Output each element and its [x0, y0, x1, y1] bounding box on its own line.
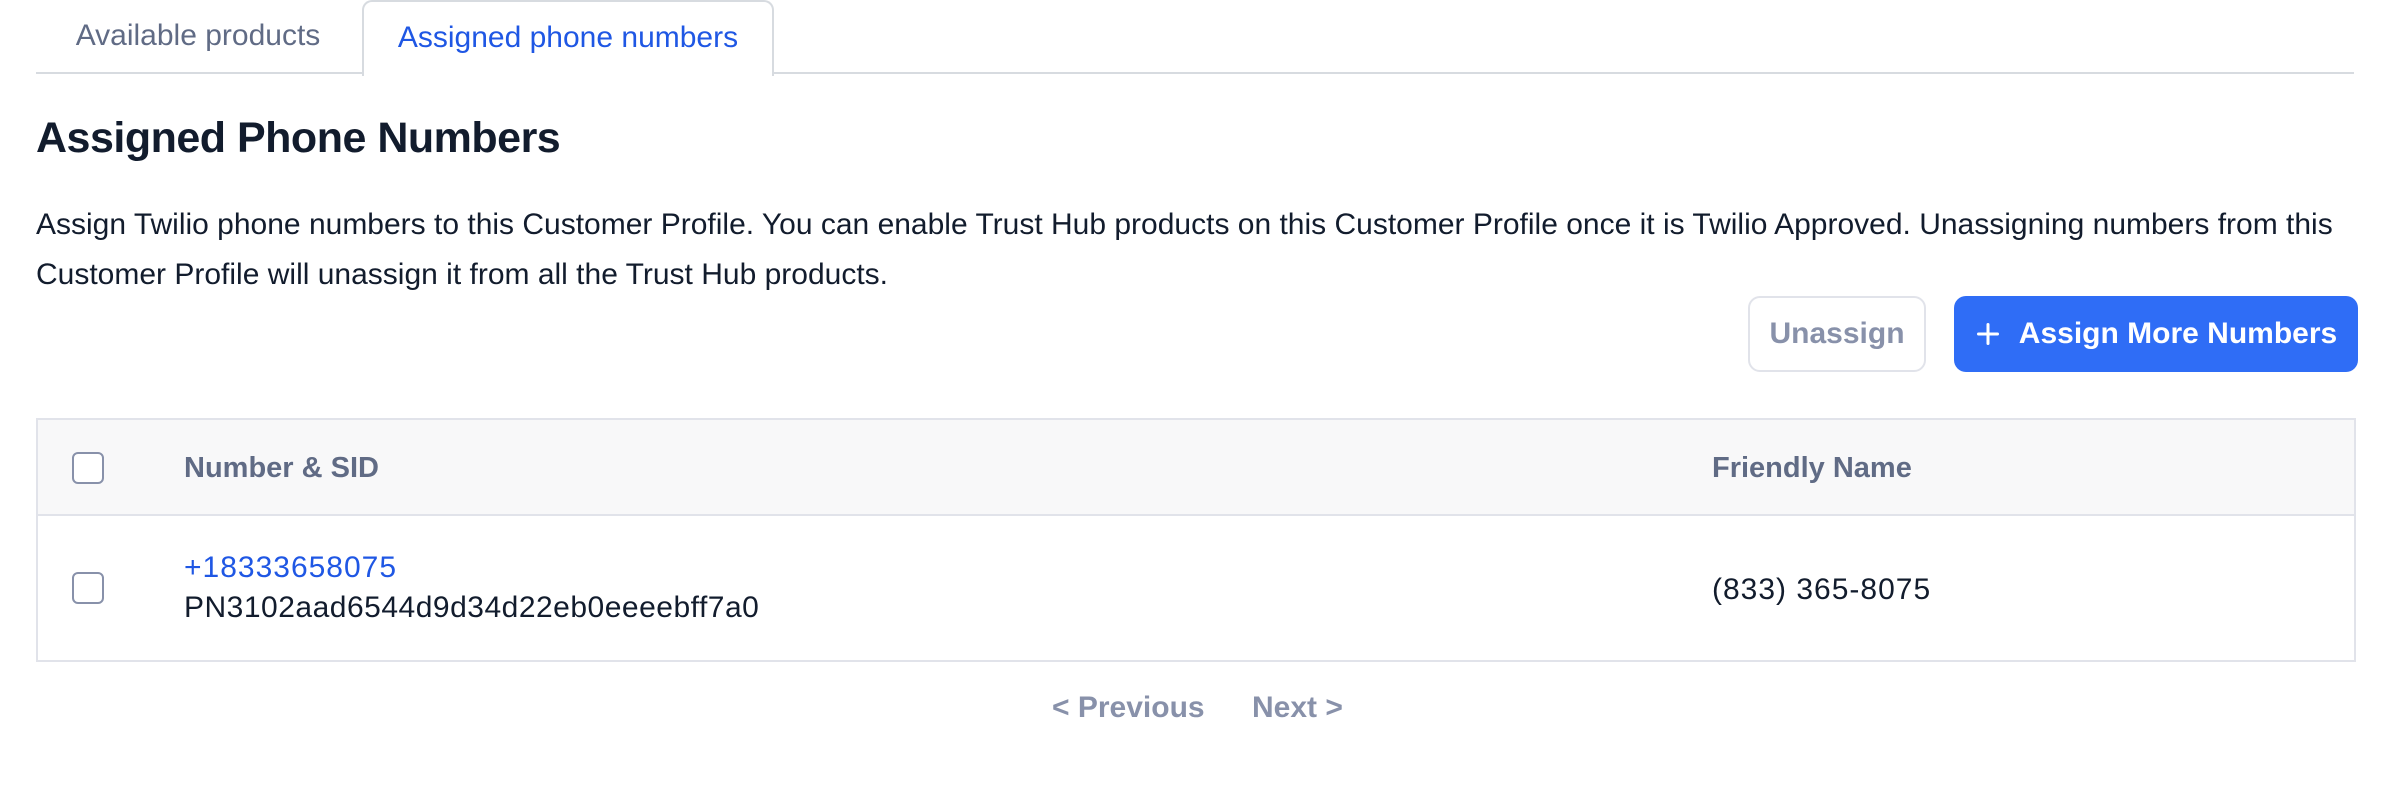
previous-page-button[interactable]: < Previous — [1052, 688, 1205, 728]
number-sid-cell: +18333658075 PN3102aad6544d9d34d22eb0eee… — [184, 548, 759, 628]
column-header-number-sid: Number & SID — [184, 452, 379, 484]
page-title: Assigned Phone Numbers — [36, 114, 561, 162]
assign-more-numbers-label: Assign More Numbers — [2018, 317, 2338, 350]
assigned-numbers-page: Available products Assigned phone number… — [0, 0, 2388, 808]
table-header: Number & SID Friendly Name — [38, 420, 2354, 516]
column-header-friendly-name: Friendly Name — [1712, 452, 1912, 484]
tab-available-products[interactable]: Available products — [36, 0, 360, 74]
table-row: +18333658075 PN3102aad6544d9d34d22eb0eee… — [38, 516, 2354, 660]
assigned-numbers-table: Number & SID Friendly Name +18333658075 … — [36, 418, 2356, 662]
row-checkbox[interactable] — [72, 572, 104, 604]
select-all-checkbox[interactable] — [72, 452, 104, 484]
phone-number-sid: PN3102aad6544d9d34d22eb0eeeebff7a0 — [184, 591, 760, 624]
tab-bar: Available products Assigned phone number… — [36, 0, 2354, 76]
phone-number-link[interactable]: +18333658075 — [184, 548, 759, 588]
assign-more-numbers-button[interactable]: Assign More Numbers — [1954, 296, 2358, 372]
unassign-button[interactable]: Unassign — [1748, 296, 1926, 372]
section-description: Assign Twilio phone numbers to this Cust… — [36, 208, 2333, 291]
plus-icon — [1976, 323, 1999, 345]
next-page-button[interactable]: Next > — [1252, 688, 1343, 728]
tab-assigned-phone-numbers[interactable]: Assigned phone numbers — [362, 0, 774, 76]
friendly-name-cell: (833) 365-8075 — [1712, 573, 1932, 606]
unassign-button-label: Unassign — [1769, 317, 1905, 350]
